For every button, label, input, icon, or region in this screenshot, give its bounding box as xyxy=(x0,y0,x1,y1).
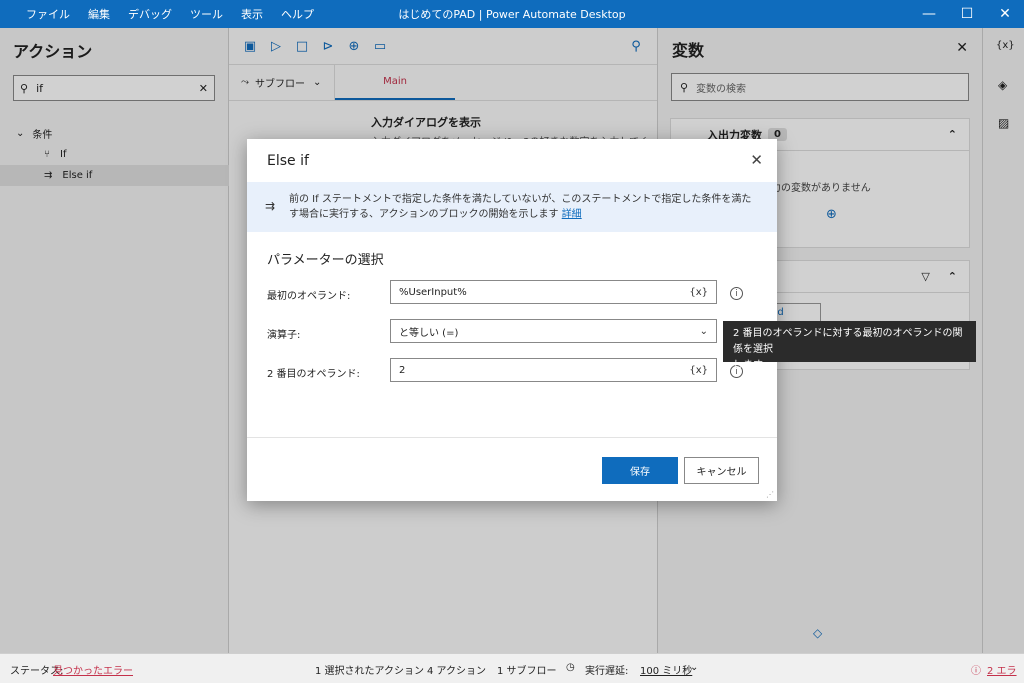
maximize-icon[interactable]: ☐ xyxy=(948,0,986,28)
first-operand-label: 最初のオペランド: xyxy=(267,291,351,302)
subflows-count: 1 サブフロー xyxy=(497,666,557,677)
second-operand-label: 2 番目のオペランド: xyxy=(267,369,360,380)
chevron-down-icon: ⌄ xyxy=(699,325,708,337)
title-bar: ファイル 編集 デバッグ ツール 表示 ヘルプ はじめてのPAD | Power… xyxy=(0,0,1024,28)
info-icon[interactable]: i xyxy=(730,287,743,300)
actions-count: 4 アクション xyxy=(427,666,487,677)
cancel-button[interactable]: キャンセル xyxy=(684,457,759,484)
menu-bar: ファイル 編集 デバッグ ツール 表示 ヘルプ xyxy=(0,6,332,22)
first-operand-field[interactable]: %UserInput% {x} xyxy=(390,280,717,304)
tooltip-line-2: します。 xyxy=(733,360,772,371)
status-bar: ステータス: 見つかったエラー 1 選択されたアクション 4 アクション 1 サ… xyxy=(0,653,1024,683)
error-icon: ⓘ xyxy=(971,666,981,677)
tooltip-line-1: 2 番目のオペランドに対する最初のオペランドの関係を選択 xyxy=(733,328,963,355)
run-delay-label: 実行遅延: xyxy=(585,666,629,677)
details-link[interactable]: 詳細 xyxy=(562,209,582,220)
save-button[interactable]: 保存 xyxy=(602,457,678,484)
close-icon[interactable]: ✕ xyxy=(986,0,1024,28)
second-operand-value: 2 xyxy=(399,364,406,376)
menu-view[interactable]: 表示 xyxy=(241,6,263,22)
menu-edit[interactable]: 編集 xyxy=(88,6,110,22)
close-icon[interactable]: ✕ xyxy=(750,151,763,169)
clock-icon: ◷ xyxy=(566,662,575,673)
operator-tooltip: 2 番目のオペランドに対する最初のオペランドの関係を選択 します。 xyxy=(723,321,976,371)
dialog-description: 前の If ステートメントで指定した条件を満たしていないが、このステートメントで… xyxy=(289,194,752,220)
run-delay-value[interactable]: 100 ミリ秒 xyxy=(640,662,692,677)
else-if-icon: ⇉ xyxy=(265,199,276,213)
operator-value: と等しい (=) xyxy=(399,327,459,339)
variable-picker-icon[interactable]: {x} xyxy=(689,287,708,298)
minimize-icon[interactable]: — xyxy=(910,0,948,28)
dialog-info-band: ⇉ 前の If ステートメントで指定した条件を満たしていないが、このステートメン… xyxy=(247,182,777,232)
operator-label: 演算子: xyxy=(267,330,301,341)
else-if-dialog: Else if ✕ ⇉ 前の If ステートメントで指定した条件を満たしていない… xyxy=(247,139,777,501)
menu-debug[interactable]: デバッグ xyxy=(128,6,172,22)
dialog-info-text: 前の If ステートメントで指定した条件を満たしていないが、このステートメントで… xyxy=(289,192,759,222)
second-operand-field[interactable]: 2 {x} xyxy=(390,358,717,382)
dialog-divider xyxy=(247,437,777,438)
menu-help[interactable]: ヘルプ xyxy=(281,6,314,22)
parameters-title: パラメーターの選択 xyxy=(267,253,384,268)
menu-tools[interactable]: ツール xyxy=(190,6,223,22)
status-errors-link[interactable]: 見つかったエラー xyxy=(53,662,133,677)
errors-count-link[interactable]: 2 エラー xyxy=(987,662,1024,683)
dialog-title: Else if xyxy=(267,153,309,169)
first-operand-value: %UserInput% xyxy=(399,286,467,298)
chevron-down-icon[interactable]: ⌄ xyxy=(690,662,698,673)
variable-picker-icon[interactable]: {x} xyxy=(689,365,708,376)
operator-select[interactable]: と等しい (=) ⌄ xyxy=(390,319,717,343)
resize-grip-icon[interactable]: ⋰ xyxy=(766,490,774,499)
menu-file[interactable]: ファイル xyxy=(26,6,70,22)
selected-actions-count: 1 選択されたアクション xyxy=(315,666,425,677)
